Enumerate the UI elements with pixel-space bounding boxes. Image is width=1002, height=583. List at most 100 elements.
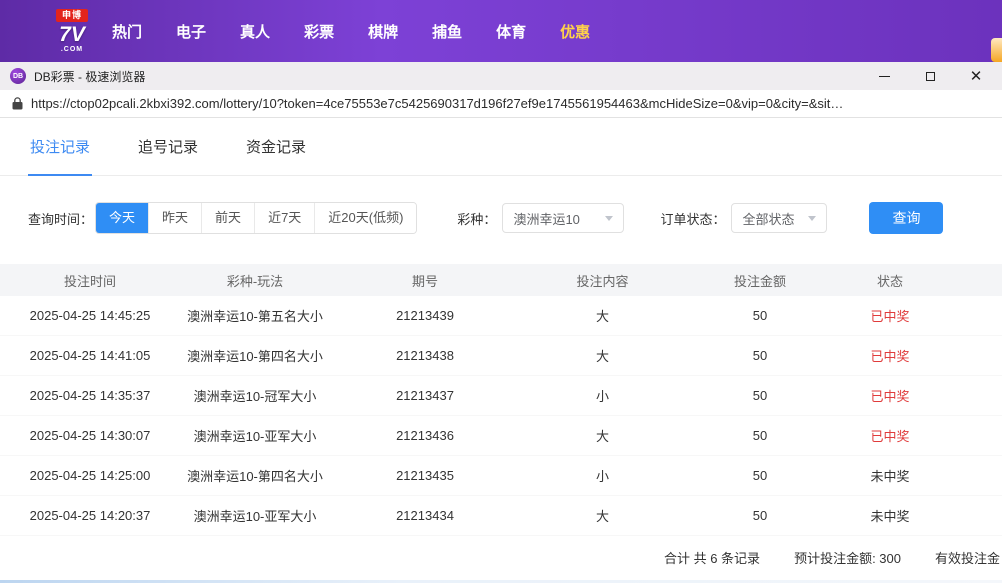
menu-item-slots[interactable]: 电子 <box>174 15 208 48</box>
cell-bet-amount: 50 <box>685 508 835 523</box>
lottery-select[interactable]: 澳洲幸运10 <box>502 203 624 233</box>
order-status-select[interactable]: 全部状态 <box>731 203 827 233</box>
cell-status: 未中奖 <box>835 506 945 525</box>
time-option-yesterday[interactable]: 昨天 <box>148 203 201 233</box>
cell-bet-content: 大 <box>520 306 685 325</box>
cell-bet-amount: 50 <box>685 348 835 363</box>
table-row: 2025-04-25 14:25:00 澳洲幸运10-第四名大小 2121343… <box>0 456 1002 496</box>
cell-issue: 21213437 <box>330 388 520 403</box>
window-title: DB彩票 - 极速浏览器 <box>34 68 145 85</box>
query-button[interactable]: 查询 <box>869 202 943 234</box>
close-icon[interactable]: ✕ <box>968 68 984 84</box>
logo-text: 7V <box>59 24 85 45</box>
cell-issue: 21213439 <box>330 308 520 323</box>
cell-bet-content: 小 <box>520 466 685 485</box>
tab-chase-records[interactable]: 追号记录 <box>136 118 200 175</box>
cell-bet-time: 2025-04-25 14:35:37 <box>0 388 180 403</box>
cell-bet-amount: 50 <box>685 388 835 403</box>
cell-game-play: 澳洲幸运10-第四名大小 <box>180 346 330 365</box>
time-option-today[interactable]: 今天 <box>96 203 148 233</box>
main-menu: 热门 电子 真人 彩票 棋牌 捕鱼 体育 优惠 <box>110 15 592 48</box>
table-row: 2025-04-25 14:45:25 澳洲幸运10-第五名大小 2121343… <box>0 296 1002 336</box>
cell-game-play: 澳洲幸运10-第五名大小 <box>180 306 330 325</box>
header-game-play: 彩种-玩法 <box>180 271 330 290</box>
header-issue: 期号 <box>330 271 520 290</box>
cell-game-play: 澳洲幸运10-亚军大小 <box>180 426 330 445</box>
cell-game-play: 澳洲幸运10-第四名大小 <box>180 466 330 485</box>
chevron-down-icon <box>605 216 613 221</box>
floating-widget[interactable] <box>991 38 1002 62</box>
cell-bet-content: 大 <box>520 426 685 445</box>
cell-status: 已中奖 <box>835 346 945 365</box>
time-option-20days[interactable]: 近20天(低频) <box>314 203 416 233</box>
cell-status: 未中奖 <box>835 466 945 485</box>
cell-status: 已中奖 <box>835 426 945 445</box>
summary-bar: 合计 共 6 条记录 预计投注金额: 300 有效投注金 <box>0 548 1002 567</box>
window-titlebar: DB DB彩票 - 极速浏览器 ✕ <box>0 62 1002 90</box>
cell-issue: 21213436 <box>330 428 520 443</box>
tab-fund-records[interactable]: 资金记录 <box>244 118 308 175</box>
bet-records-table: 投注时间 彩种-玩法 期号 投注内容 投注金额 状态 2025-04-25 14… <box>0 264 1002 536</box>
cell-bet-amount: 50 <box>685 308 835 323</box>
cell-bet-amount: 50 <box>685 468 835 483</box>
lottery-filter-label: 彩种： <box>457 209 496 228</box>
site-topnav: 申博 7V .COM 热门 电子 真人 彩票 棋牌 捕鱼 体育 优惠 <box>0 0 1002 62</box>
cell-issue: 21213435 <box>330 468 520 483</box>
maximize-icon[interactable] <box>922 68 938 84</box>
time-filter-label: 查询时间： <box>28 209 93 228</box>
cell-status: 已中奖 <box>835 306 945 325</box>
record-tabs: 投注记录 追号记录 资金记录 <box>0 118 1002 176</box>
address-bar[interactable]: https://ctop02pcali.2kbxi392.com/lottery… <box>0 90 1002 118</box>
summary-valid: 有效投注金 <box>935 548 1000 567</box>
table-row: 2025-04-25 14:20:37 澳洲幸运10-亚军大小 21213434… <box>0 496 1002 536</box>
time-option-daybefore[interactable]: 前天 <box>201 203 254 233</box>
logo-badge: 申博 <box>56 9 88 22</box>
minimize-icon[interactable] <box>876 68 892 84</box>
cell-issue: 21213434 <box>330 508 520 523</box>
order-status-value: 全部状态 <box>742 209 794 228</box>
cell-bet-amount: 50 <box>685 428 835 443</box>
logo-subtext: .COM <box>61 46 83 53</box>
menu-item-live[interactable]: 真人 <box>238 15 272 48</box>
chevron-down-icon <box>808 216 816 221</box>
cell-bet-time: 2025-04-25 14:41:05 <box>0 348 180 363</box>
summary-estimate: 预计投注金额: 300 <box>794 548 901 567</box>
header-status: 状态 <box>835 271 945 290</box>
cell-bet-content: 大 <box>520 506 685 525</box>
header-bet-time: 投注时间 <box>0 271 180 290</box>
filter-bar: 查询时间： 今天 昨天 前天 近7天 近20天(低频) 彩种： 澳洲幸运10 订… <box>0 202 1002 234</box>
cell-issue: 21213438 <box>330 348 520 363</box>
menu-item-hot[interactable]: 热门 <box>110 15 144 48</box>
cell-bet-time: 2025-04-25 14:20:37 <box>0 508 180 523</box>
table-row: 2025-04-25 14:30:07 澳洲幸运10-亚军大小 21213436… <box>0 416 1002 456</box>
site-logo[interactable]: 申博 7V .COM <box>56 9 88 53</box>
window-controls: ✕ <box>876 68 984 84</box>
cell-status: 已中奖 <box>835 386 945 405</box>
table-row: 2025-04-25 14:35:37 澳洲幸运10-冠军大小 21213437… <box>0 376 1002 416</box>
status-filter-label: 订单状态： <box>660 209 725 228</box>
cell-bet-time: 2025-04-25 14:25:00 <box>0 468 180 483</box>
cell-game-play: 澳洲幸运10-冠军大小 <box>180 386 330 405</box>
tab-bet-records[interactable]: 投注记录 <box>28 118 92 175</box>
header-bet-content: 投注内容 <box>520 271 685 290</box>
cell-bet-time: 2025-04-25 14:45:25 <box>0 308 180 323</box>
app-icon: DB <box>10 68 26 84</box>
lottery-select-value: 澳洲幸运10 <box>513 209 579 228</box>
menu-item-lottery[interactable]: 彩票 <box>302 15 336 48</box>
cell-bet-content: 大 <box>520 346 685 365</box>
table-row: 2025-04-25 14:41:05 澳洲幸运10-第四名大小 2121343… <box>0 336 1002 376</box>
menu-item-promo[interactable]: 优惠 <box>558 15 592 48</box>
summary-total: 合计 共 6 条记录 <box>664 548 760 567</box>
cell-bet-time: 2025-04-25 14:30:07 <box>0 428 180 443</box>
url-text: https://ctop02pcali.2kbxi392.com/lottery… <box>31 96 843 111</box>
time-option-7days[interactable]: 近7天 <box>254 203 314 233</box>
time-filter-group: 今天 昨天 前天 近7天 近20天(低频) <box>95 202 417 234</box>
menu-item-cards[interactable]: 棋牌 <box>366 15 400 48</box>
menu-item-fishing[interactable]: 捕鱼 <box>430 15 464 48</box>
cell-game-play: 澳洲幸运10-亚军大小 <box>180 506 330 525</box>
lock-icon <box>12 97 23 110</box>
header-bet-amount: 投注金额 <box>685 271 835 290</box>
cell-bet-content: 小 <box>520 386 685 405</box>
menu-item-sports[interactable]: 体育 <box>494 15 528 48</box>
table-header-row: 投注时间 彩种-玩法 期号 投注内容 投注金额 状态 <box>0 264 1002 296</box>
